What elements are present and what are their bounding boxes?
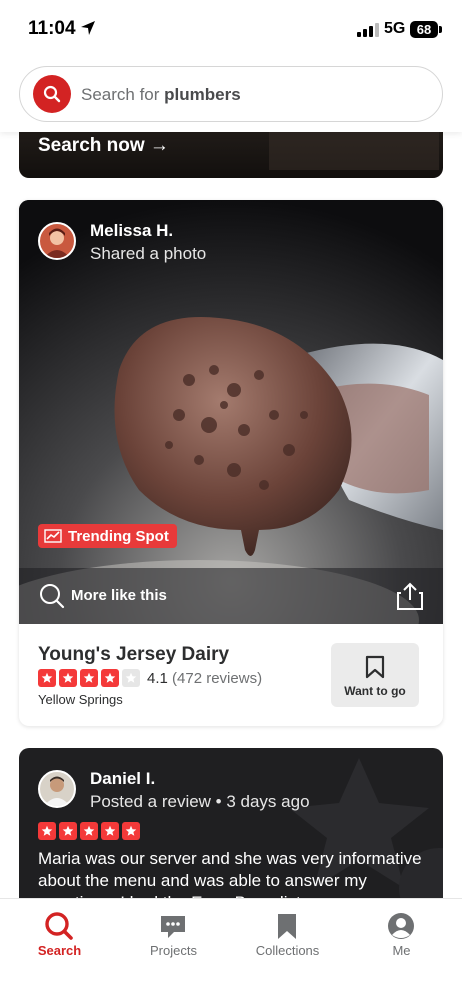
rating-value: 4.1: [147, 670, 168, 687]
feed: Search now → Melissa H. Shared a photo T…: [0, 0, 462, 1000]
trending-label: Trending Spot: [68, 527, 169, 545]
trending-badge: Trending Spot: [38, 524, 177, 548]
star-icon: [80, 822, 98, 840]
business-name[interactable]: Young's Jersey Dairy: [38, 644, 229, 666]
star-icon: [59, 669, 77, 687]
star-icon: [38, 822, 56, 840]
status-bar: 11:04 5G 68: [0, 0, 462, 58]
avatar[interactable]: [38, 222, 76, 260]
photo-card[interactable]: Melissa H. Shared a photo Trending Spot …: [19, 200, 443, 726]
star-icon: [38, 669, 56, 687]
share-icon[interactable]: [396, 581, 424, 611]
ice-cream-photo: [19, 200, 443, 624]
rating-summary: 4.1 (472 reviews): [147, 670, 262, 687]
search-icon: [40, 584, 65, 609]
star-icon: [80, 669, 98, 687]
search-now-link[interactable]: Search now →: [38, 135, 169, 157]
tab-label: Collections: [255, 943, 320, 958]
tab-collections[interactable]: Collections: [230, 899, 345, 979]
network-type: 5G: [384, 20, 406, 37]
profile-icon: [388, 913, 414, 939]
more-like-this-button[interactable]: More like this: [71, 587, 167, 604]
star-icon: [59, 822, 77, 840]
business-location: Yellow Springs: [38, 692, 123, 707]
search-button[interactable]: [33, 75, 71, 113]
location-arrow-icon: [81, 21, 95, 35]
battery-icon: 68: [410, 21, 438, 38]
star-icon: [101, 822, 119, 840]
star-icon: [122, 822, 140, 840]
search-input[interactable]: Search for plumbers: [19, 66, 443, 122]
user-action: Posted a review • 3 days ago: [90, 792, 310, 811]
tab-projects[interactable]: Projects: [116, 899, 231, 979]
user-action: Shared a photo: [90, 244, 207, 263]
star-empty-icon: [122, 669, 140, 687]
user-name[interactable]: Melissa H.: [90, 221, 173, 241]
bookmark-icon: [365, 655, 385, 679]
tab-label: Search: [37, 943, 82, 958]
want-to-go-label: Want to go: [344, 684, 406, 698]
projects-icon: [161, 916, 185, 938]
user-name[interactable]: Daniel I.: [90, 769, 155, 789]
tab-label: Projects: [150, 943, 197, 958]
avatar[interactable]: [38, 770, 76, 808]
search-icon: [45, 912, 73, 940]
search-header: Search for plumbers: [0, 58, 462, 132]
bookmark-icon: [278, 914, 296, 939]
review-star-rating: [38, 822, 140, 840]
star-icon: [101, 669, 119, 687]
want-to-go-button[interactable]: Want to go: [331, 643, 419, 707]
battery-tip: [439, 26, 442, 33]
tab-label: Me: [392, 943, 411, 958]
bottom-tab-bar: Search Projects Collections Me: [0, 898, 462, 1000]
shared-photo[interactable]: Melissa H. Shared a photo Trending Spot …: [19, 200, 443, 624]
signal-icon: [357, 23, 379, 37]
search-icon: [43, 85, 61, 103]
review-count: (472 reviews): [172, 670, 263, 687]
search-placeholder: Search for plumbers: [81, 85, 241, 104]
tab-search[interactable]: Search: [2, 899, 117, 979]
business-star-rating: [38, 669, 140, 687]
trending-up-icon: [44, 529, 62, 543]
more-like-this-bar: More like this: [19, 568, 443, 624]
tab-me[interactable]: Me: [344, 899, 459, 979]
status-time: 11:04: [28, 18, 76, 39]
